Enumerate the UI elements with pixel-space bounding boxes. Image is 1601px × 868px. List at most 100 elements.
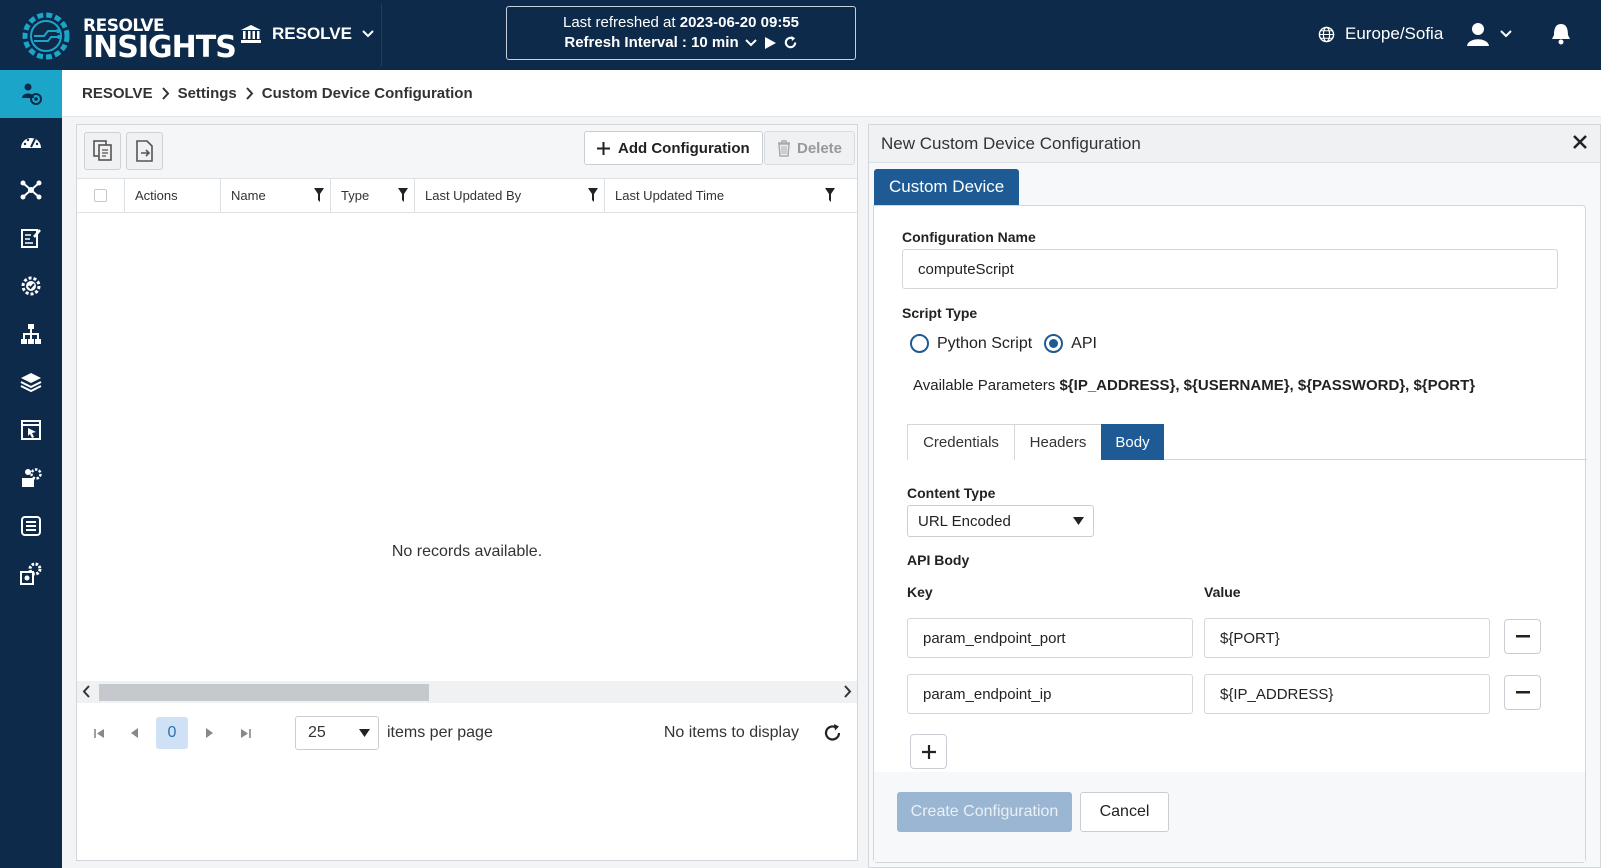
column-header-last-updated-time[interactable]: Last Updated Time (605, 179, 841, 212)
trash-icon (778, 139, 790, 157)
app-logo[interactable]: RESOLVE INSIGHTS (18, 8, 237, 64)
sidebar-item-network[interactable] (0, 166, 62, 214)
api-option[interactable]: API (1044, 334, 1097, 353)
tab-custom-device[interactable]: Custom Device (874, 169, 1020, 205)
filter-icon[interactable] (588, 188, 598, 202)
column-header-last-updated-by[interactable]: Last Updated By (415, 179, 605, 212)
column-label: Last Updated Time (615, 188, 725, 203)
layers-icon (20, 373, 42, 393)
body-tabs: Credentials Headers Body (907, 424, 1587, 460)
last-page-button[interactable] (227, 715, 263, 751)
close-icon[interactable] (1572, 134, 1588, 150)
chevron-right-icon (246, 86, 254, 100)
sidebar-item-workflows[interactable] (0, 454, 62, 502)
content-type-value: URL Encoded (918, 512, 1011, 530)
reload-icon[interactable] (823, 723, 843, 743)
next-page-button[interactable] (191, 715, 227, 751)
sidebar-item-settings[interactable] (0, 550, 62, 598)
delete-button[interactable]: Delete (764, 131, 856, 165)
script-type-options: Python Script API (882, 334, 1097, 353)
horizontal-scrollbar[interactable] (77, 681, 857, 703)
items-per-page-label: items per page (387, 724, 493, 741)
breadcrumb-item-settings[interactable]: Settings (178, 85, 237, 102)
logo-gear-icon (22, 12, 70, 60)
tab-body[interactable]: Body (1101, 424, 1164, 460)
python-script-option[interactable]: Python Script (910, 334, 1032, 353)
globe-icon (1318, 26, 1335, 42)
refresh-interval-select[interactable]: Refresh Interval : 10 min (564, 34, 738, 51)
remove-row-button[interactable] (1504, 675, 1541, 710)
page-size-select[interactable]: 25 (295, 716, 379, 750)
sidebar-item-checks[interactable] (0, 262, 62, 310)
last-refreshed: Last refreshed at 2023-06-20 09:55 (507, 14, 855, 31)
add-configuration-button[interactable]: Add Configuration (584, 131, 763, 165)
content-type-select[interactable]: URL Encoded (907, 505, 1094, 537)
previous-page-button[interactable] (117, 715, 153, 751)
caret-right-icon (206, 728, 213, 738)
body-key-input[interactable]: param_endpoint_ip (907, 674, 1193, 714)
user-icon (1467, 23, 1489, 46)
minus-icon (1515, 635, 1530, 638)
key-column-label: Key (907, 584, 933, 600)
select-all-checkbox[interactable] (94, 189, 107, 202)
api-body-label: API Body (907, 552, 970, 568)
timezone-selector[interactable]: Europe/Sofia (1318, 24, 1443, 44)
dialog-footer: Create Configuration Cancel (874, 772, 1585, 862)
content-type-label: Content Type (907, 485, 996, 501)
python-script-radio[interactable] (910, 334, 929, 353)
sidebar-item-reports[interactable] (0, 214, 62, 262)
copy-button[interactable] (84, 132, 121, 170)
export-button[interactable] (126, 132, 163, 170)
sidebar-item-data[interactable] (0, 502, 62, 550)
params-value: ${IP_ADDRESS}, ${USERNAME}, ${PASSWORD},… (1059, 377, 1476, 394)
user-menu[interactable] (1466, 22, 1512, 46)
add-configuration-label: Add Configuration (618, 139, 750, 157)
filter-icon[interactable] (398, 188, 408, 202)
sidebar-item-layers[interactable] (0, 358, 62, 406)
current-page[interactable]: 0 (156, 717, 188, 749)
body-value-input[interactable]: ${IP_ADDRESS} (1204, 674, 1490, 714)
column-label: Type (341, 188, 370, 203)
user-network-icon (22, 83, 42, 105)
play-icon[interactable] (763, 36, 777, 50)
column-header-type[interactable]: Type (331, 179, 415, 212)
org-name: RESOLVE (272, 24, 352, 43)
bell-icon[interactable] (1550, 22, 1572, 46)
filter-icon[interactable] (825, 188, 835, 202)
refresh-panel: Last refreshed at 2023-06-20 09:55 Refre… (506, 6, 856, 60)
new-configuration-dialog: New Custom Device Configuration Custom D… (868, 124, 1601, 868)
filter-icon[interactable] (314, 188, 324, 202)
top-bar: RESOLVE INSIGHTS RESOLVE Last refreshed … (0, 0, 1601, 70)
grid-header: Actions Name Type Last Updated By Last U… (77, 179, 857, 213)
config-name-input[interactable]: computeScript (902, 249, 1558, 289)
grid-toolbar: Add Configuration Delete (77, 125, 857, 179)
scroll-right-icon[interactable] (843, 685, 852, 698)
cancel-button[interactable]: Cancel (1080, 792, 1169, 832)
sidebar-item-users[interactable] (0, 70, 62, 118)
add-row-button[interactable] (910, 734, 947, 769)
refresh-icon[interactable] (783, 35, 798, 50)
grid-body: No records available. (77, 213, 857, 699)
network-nodes-icon (20, 180, 42, 200)
caret-down-icon (359, 729, 370, 737)
tab-credentials[interactable]: Credentials (907, 424, 1015, 460)
tab-headers[interactable]: Headers (1014, 424, 1102, 460)
breadcrumb-item-resolve[interactable]: RESOLVE (82, 85, 153, 102)
scroll-left-icon[interactable] (82, 685, 91, 698)
org-selector[interactable]: RESOLVE (240, 24, 388, 44)
hierarchy-icon (21, 324, 41, 344)
sidebar-item-topology[interactable] (0, 310, 62, 358)
sidebar-item-automation[interactable] (0, 406, 62, 454)
api-radio[interactable] (1044, 334, 1064, 353)
remove-row-button[interactable] (1504, 619, 1541, 654)
column-header-actions[interactable]: Actions (125, 179, 221, 212)
body-value-input[interactable]: ${PORT} (1204, 618, 1490, 658)
first-page-button[interactable] (81, 715, 117, 751)
create-configuration-button[interactable]: Create Configuration (897, 792, 1072, 832)
sidebar-item-dashboard[interactable] (0, 118, 62, 166)
chevron-down-icon[interactable] (744, 38, 757, 47)
column-header-name[interactable]: Name (221, 179, 331, 212)
body-key-input[interactable]: param_endpoint_port (907, 618, 1193, 658)
caret-down-icon (1073, 517, 1084, 525)
scrollbar-thumb[interactable] (99, 684, 429, 701)
